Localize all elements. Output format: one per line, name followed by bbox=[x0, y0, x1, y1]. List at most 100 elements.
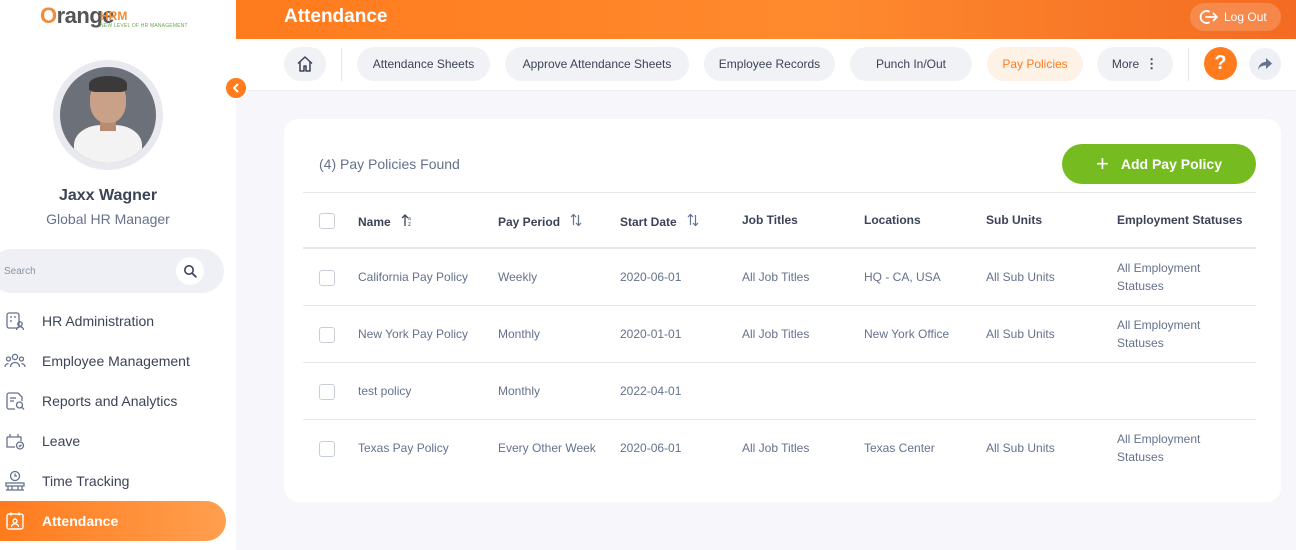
sidebar-item-hr-administration[interactable]: HR Administration bbox=[0, 301, 236, 341]
logout-label: Log Out bbox=[1224, 10, 1267, 24]
plus-icon: + bbox=[1095, 151, 1109, 176]
search-icon[interactable] bbox=[176, 257, 204, 285]
share-button[interactable] bbox=[1249, 48, 1281, 80]
page-title: Attendance bbox=[284, 6, 388, 27]
table-row[interactable]: Texas Pay Policy Every Other Week 2020-0… bbox=[303, 420, 1256, 477]
status-line: All Employment bbox=[1117, 432, 1201, 446]
tab-attendance-sheets[interactable]: Attendance Sheets bbox=[357, 47, 490, 81]
tab-bar: Attendance Sheets Approve Attendance She… bbox=[236, 39, 1296, 91]
tab-pay-policies[interactable]: Pay Policies bbox=[987, 47, 1083, 81]
sidebar-item-time-tracking[interactable]: Time Tracking bbox=[0, 461, 236, 501]
time-icon bbox=[4, 470, 26, 492]
cell-job-titles: All Job Titles bbox=[742, 270, 810, 284]
tab-more[interactable]: More ⋮ bbox=[1097, 47, 1173, 81]
collapse-sidebar-button[interactable] bbox=[224, 76, 248, 100]
cell-locations: HQ - CA, USA bbox=[864, 270, 941, 284]
share-icon bbox=[1258, 58, 1272, 70]
cell-locations: Texas Center bbox=[864, 441, 935, 455]
row-checkbox[interactable] bbox=[319, 441, 335, 457]
sidebar-item-reports-and-analytics[interactable]: Reports and Analytics bbox=[0, 381, 236, 421]
status-line: Statuses bbox=[1117, 450, 1164, 464]
column-label: Pay Period bbox=[498, 214, 561, 229]
sidebar-item-label: Reports and Analytics bbox=[42, 393, 178, 409]
cell-start-date: 2022-04-01 bbox=[620, 384, 682, 398]
tab-employee-records[interactable]: Employee Records bbox=[704, 47, 835, 81]
sidebar-item-leave[interactable]: Leave bbox=[0, 421, 236, 461]
cell-pay-period: Monthly bbox=[498, 384, 541, 398]
hr-admin-icon bbox=[4, 310, 26, 332]
home-button[interactable] bbox=[284, 47, 326, 81]
select-all-checkbox[interactable] bbox=[319, 213, 335, 229]
cell-sub-units: All Sub Units bbox=[986, 270, 1055, 284]
column-label: Start Date bbox=[620, 214, 677, 229]
leave-icon bbox=[4, 430, 26, 452]
cell-employment-statuses: All Employment Statuses bbox=[1117, 259, 1200, 295]
cell-pay-period: Weekly bbox=[498, 270, 538, 284]
cell-pay-period: Monthly bbox=[498, 327, 541, 341]
add-button-label: Add Pay Policy bbox=[1120, 156, 1222, 172]
column-label: Name bbox=[358, 214, 391, 229]
avatar[interactable] bbox=[60, 67, 156, 163]
topbar: Attendance Log Out bbox=[236, 0, 1296, 39]
sidebar-item-attendance[interactable]: Attendance bbox=[0, 501, 226, 541]
svg-text:a: a bbox=[408, 216, 411, 222]
user-role: Global HR Manager bbox=[46, 211, 170, 227]
add-pay-policy-button[interactable]: + Add Pay Policy bbox=[1062, 144, 1256, 184]
cell-start-date: 2020-06-01 bbox=[620, 270, 682, 284]
table-row[interactable]: test policy Monthly 2022-04-01 bbox=[303, 363, 1256, 420]
sidebar-item-label: Attendance bbox=[42, 513, 119, 529]
sidebar-item-label: Employee Management bbox=[42, 353, 190, 369]
status-line: All Employment bbox=[1117, 261, 1201, 275]
attendance-icon bbox=[4, 510, 26, 532]
tab-divider bbox=[1188, 48, 1189, 81]
sidebar-item-label: Time Tracking bbox=[42, 473, 130, 489]
sort-ascending-icon[interactable]: za bbox=[401, 213, 413, 230]
help-button[interactable]: ? bbox=[1204, 47, 1237, 80]
avatar-frame bbox=[53, 60, 163, 170]
status-line: Statuses bbox=[1117, 279, 1164, 293]
logout-button[interactable]: Log Out bbox=[1190, 3, 1281, 31]
sort-icon[interactable] bbox=[570, 213, 582, 230]
table-row[interactable]: New York Pay Policy Monthly 2020-01-01 A… bbox=[303, 306, 1256, 363]
cell-name: California Pay Policy bbox=[358, 270, 469, 284]
cell-start-date: 2020-01-01 bbox=[620, 327, 682, 341]
column-header-name[interactable]: Name za bbox=[358, 213, 413, 230]
pay-policies-card: (4) Pay Policies Found + Add Pay Policy … bbox=[284, 119, 1281, 502]
sidebar-nav: HR Administration Employee Management Re… bbox=[0, 301, 236, 541]
row-checkbox[interactable] bbox=[319, 270, 335, 286]
chevron-left-icon bbox=[233, 83, 239, 93]
sidebar-search bbox=[0, 249, 224, 293]
column-header-sub-units: Sub Units bbox=[986, 213, 1042, 227]
status-line: All Employment bbox=[1117, 318, 1201, 332]
tab-punch-in-out[interactable]: Punch In/Out bbox=[850, 47, 972, 81]
cell-start-date: 2020-06-01 bbox=[620, 441, 682, 455]
row-checkbox[interactable] bbox=[319, 327, 335, 343]
tab-approve-attendance-sheets[interactable]: Approve Attendance Sheets bbox=[505, 47, 689, 81]
tab-more-label: More bbox=[1111, 57, 1140, 71]
column-header-pay-period[interactable]: Pay Period bbox=[498, 213, 582, 230]
table-header: Name za Pay Period Start Date Job Titles… bbox=[303, 192, 1256, 249]
cell-sub-units: All Sub Units bbox=[986, 441, 1055, 455]
cell-employment-statuses: All Employment Statuses bbox=[1117, 430, 1200, 466]
records-found-label: (4) Pay Policies Found bbox=[319, 156, 460, 172]
cell-locations: New York Office bbox=[864, 327, 950, 341]
column-header-start-date[interactable]: Start Date bbox=[620, 213, 699, 230]
cell-name: Texas Pay Policy bbox=[358, 441, 449, 455]
column-header-job-titles: Job Titles bbox=[742, 213, 798, 227]
row-checkbox[interactable] bbox=[319, 384, 335, 400]
sidebar-item-label: HR Administration bbox=[42, 313, 155, 329]
cell-job-titles: All Job Titles bbox=[742, 441, 810, 455]
pay-policies-table: Name za Pay Period Start Date Job Titles… bbox=[303, 192, 1256, 477]
reports-icon bbox=[4, 390, 26, 412]
sidebar-item-employee-management[interactable]: Employee Management bbox=[0, 341, 236, 381]
cell-job-titles: All Job Titles bbox=[742, 327, 810, 341]
user-name: Jaxx Wagner bbox=[58, 187, 158, 204]
search-input[interactable] bbox=[4, 261, 164, 281]
logout-icon bbox=[1198, 7, 1218, 27]
employees-icon bbox=[4, 350, 26, 372]
table-row[interactable]: California Pay Policy Weekly 2020-06-01 … bbox=[303, 249, 1256, 306]
logo-tagline: NEW LEVEL OF HR MANAGEMENT bbox=[100, 23, 188, 29]
cell-name: New York Pay Policy bbox=[358, 327, 469, 341]
cell-sub-units: All Sub Units bbox=[986, 327, 1055, 341]
sort-icon[interactable] bbox=[687, 213, 699, 230]
